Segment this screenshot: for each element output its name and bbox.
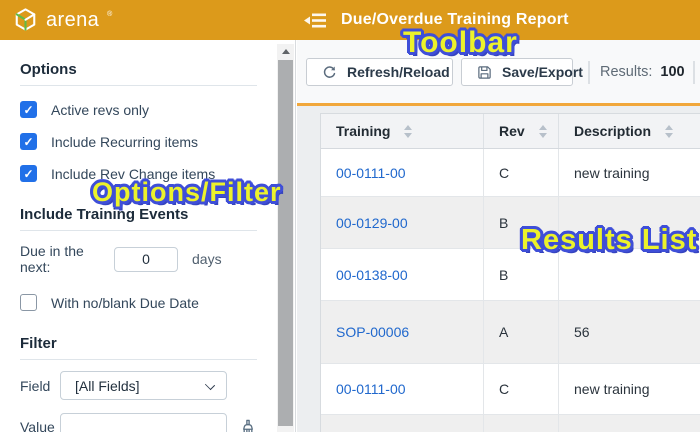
- rev-cell: C: [484, 149, 559, 196]
- checkbox-row-recurring[interactable]: Include Recurring items: [20, 133, 257, 150]
- options-filter-sidebar: Options Active revs only Include Recurri…: [0, 40, 296, 432]
- value-label: Value: [20, 418, 55, 432]
- results-count: Results: 100: [600, 64, 685, 80]
- checkbox-label: Active revs only: [51, 101, 150, 118]
- toolbar-divider: [693, 61, 695, 84]
- no-blank-due-date-checkbox[interactable]: [20, 294, 37, 311]
- checkbox-row-no-due-date[interactable]: With no/blank Due Date: [20, 294, 257, 311]
- column-header-rev[interactable]: Rev: [484, 114, 559, 148]
- scrollbar-thumb[interactable]: [278, 60, 293, 426]
- scrollbar-up-arrow[interactable]: [277, 44, 294, 59]
- description-cell: [559, 415, 700, 432]
- refresh-icon: [322, 65, 337, 80]
- training-link[interactable]: 00-0129-00: [336, 215, 408, 231]
- field-label: Field: [20, 377, 51, 394]
- table-row: SOP-00006 A 56: [321, 301, 700, 364]
- training-link[interactable]: 00-0111-00: [336, 165, 406, 181]
- description-cell: new training: [574, 381, 650, 397]
- column-label: Training: [336, 123, 391, 139]
- column-header-description[interactable]: Description: [559, 114, 700, 148]
- logo-registered-mark: ®: [107, 11, 113, 18]
- due-in-next-row: Due in the next: days: [20, 243, 257, 275]
- results-table: Training Rev Description 00-0111-00 C ne…: [320, 113, 700, 432]
- description-cell: 56: [574, 324, 590, 340]
- sort-arrows-icon: [665, 124, 674, 138]
- days-label: days: [192, 251, 222, 267]
- collapse-menu-icon[interactable]: [304, 12, 327, 29]
- table-row: [321, 415, 700, 432]
- sort-arrows-icon: [404, 124, 413, 138]
- divider: [20, 230, 257, 231]
- training-link[interactable]: 00-0111-00: [336, 381, 406, 397]
- field-row: Field [All Fields]: [20, 371, 257, 400]
- training-link[interactable]: SOP-00006: [336, 324, 409, 340]
- checkbox-label: Include Recurring items: [51, 133, 199, 150]
- refresh-button-label: Refresh/Reload: [347, 64, 450, 80]
- annotation-toolbar: Toolbar: [403, 26, 518, 59]
- checkbox-label: With no/blank Due Date: [51, 294, 199, 311]
- options-heading: Options: [20, 61, 77, 78]
- refresh-reload-button[interactable]: Refresh/Reload: [306, 58, 453, 86]
- description-cell: new training: [574, 164, 650, 181]
- checkbox-row-active-revs[interactable]: Active revs only: [20, 101, 257, 118]
- save-button-label: Save/Export: [502, 64, 583, 80]
- table-row: 00-0111-00 C new training: [321, 149, 700, 197]
- field-select[interactable]: [All Fields]: [60, 371, 227, 400]
- sidebar-scrollbar[interactable]: [277, 44, 294, 432]
- divider: [20, 359, 257, 360]
- annotation-options-filter: Options/Filter: [92, 177, 282, 207]
- training-cell: [321, 415, 484, 432]
- sort-arrows-icon: [538, 124, 547, 138]
- annotation-results-list: Results List: [521, 224, 698, 256]
- save-icon: [477, 65, 492, 80]
- logo-text: arena: [46, 9, 100, 31]
- toolbar-divider: [588, 61, 590, 84]
- column-header-training[interactable]: Training: [321, 114, 484, 148]
- due-days-input[interactable]: [114, 246, 178, 272]
- results-panel: Training Rev Description 00-0111-00 C ne…: [297, 106, 700, 432]
- arena-cube-icon: [13, 7, 38, 37]
- table-row: 00-0111-00 C new training: [321, 364, 700, 415]
- value-input[interactable]: [60, 413, 227, 432]
- due-in-next-label: Due in the next:: [20, 243, 84, 275]
- rev-cell: A: [484, 301, 559, 363]
- table-header-row: Training Rev Description: [321, 114, 700, 149]
- training-events-heading: Include Training Events: [20, 206, 189, 223]
- results-value: 100: [660, 64, 685, 80]
- column-label: Description: [574, 123, 652, 139]
- app-header: arena ® Due/Overdue Training Report: [0, 0, 700, 40]
- broom-icon[interactable]: [239, 418, 257, 432]
- value-row: Value: [20, 413, 257, 432]
- app-window: arena ® Due/Overdue Training Report Opti…: [0, 0, 700, 432]
- field-select-value: [All Fields]: [75, 377, 140, 394]
- include-recurring-checkbox[interactable]: [20, 133, 37, 150]
- results-label: Results:: [600, 64, 653, 80]
- arena-logo: arena ®: [13, 7, 112, 37]
- divider: [20, 85, 257, 86]
- rev-cell: C: [484, 364, 559, 414]
- rev-cell: [484, 415, 559, 432]
- column-label: Rev: [499, 123, 525, 139]
- include-rev-change-checkbox[interactable]: [20, 165, 37, 182]
- save-export-button[interactable]: Save/Export: [461, 58, 583, 86]
- active-revs-checkbox[interactable]: [20, 101, 37, 118]
- training-link[interactable]: 00-0138-00: [336, 267, 408, 283]
- filter-heading: Filter: [20, 335, 57, 352]
- chevron-down-icon: [204, 379, 216, 391]
